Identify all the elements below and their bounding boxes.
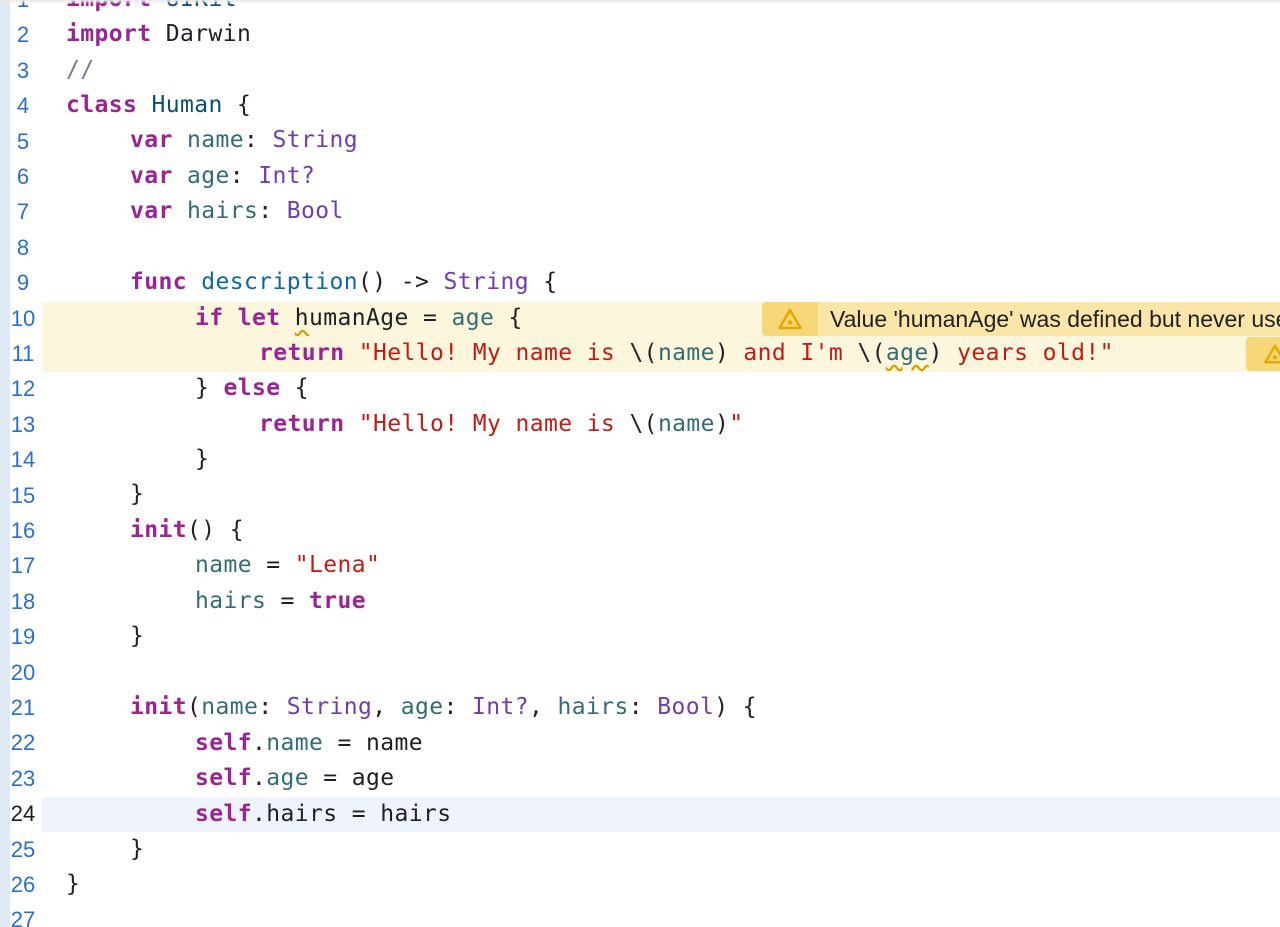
code-line-16[interactable]: init() { — [130, 513, 244, 548]
line-number[interactable]: 20 — [8, 655, 38, 690]
code-line-15[interactable]: } — [130, 477, 144, 512]
code-line-3[interactable]: // — [66, 53, 95, 88]
code-line-25[interactable]: } — [130, 832, 144, 867]
code-editor[interactable]: 1234567891011121314151617181920212223242… — [0, 0, 1280, 927]
code-line-5[interactable]: var name: String — [130, 123, 358, 158]
line-number[interactable]: 23 — [8, 761, 38, 796]
code-line-14[interactable]: } — [195, 442, 209, 477]
warning-banner[interactable]: Value 'humanAge' was defined but never u… — [762, 302, 1280, 336]
line-number[interactable]: 25 — [8, 832, 38, 867]
code-line-21[interactable]: init(name: String, age: Int?, hairs: Boo… — [130, 690, 757, 725]
line-number[interactable]: 2 — [8, 17, 38, 52]
line-number[interactable]: 26 — [8, 867, 38, 902]
line-number[interactable]: 7 — [8, 194, 38, 229]
line-number[interactable]: 12 — [8, 371, 38, 406]
code-line-6[interactable]: var age: Int? — [130, 159, 315, 194]
code-line-17[interactable]: name = "Lena" — [195, 548, 380, 583]
code-line-22[interactable]: self.name = name — [195, 726, 423, 761]
code-line-7[interactable]: var hairs: Bool — [130, 194, 344, 229]
code-line-11[interactable]: return "Hello! My name is \(name) and I'… — [259, 336, 1114, 371]
line-number[interactable]: 13 — [8, 407, 38, 442]
code-line-2[interactable]: import Darwin — [66, 17, 251, 52]
line-number[interactable]: 3 — [8, 53, 38, 88]
line-number[interactable]: 22 — [8, 725, 38, 760]
code-line-13[interactable]: return "Hello! My name is \(name)" — [259, 407, 743, 442]
line-number[interactable]: 15 — [8, 478, 38, 513]
line-number[interactable]: 27 — [8, 902, 38, 927]
line-number[interactable]: 24 — [8, 796, 38, 831]
line-number[interactable]: 14 — [8, 442, 38, 477]
code-line-19[interactable]: } — [130, 619, 144, 654]
line-number[interactable]: 10 — [8, 301, 38, 336]
line-number[interactable]: 4 — [8, 88, 38, 123]
code-line-9[interactable]: func description() -> String { — [130, 265, 557, 300]
line-number[interactable]: 17 — [8, 548, 38, 583]
top-edge-shadow — [0, 0, 1280, 4]
line-number[interactable]: 19 — [8, 619, 38, 654]
code-line-18[interactable]: hairs = true — [195, 584, 366, 619]
line-number[interactable]: 5 — [8, 124, 38, 159]
warning-triangle-icon[interactable] — [1246, 337, 1280, 371]
line-number[interactable]: 21 — [8, 690, 38, 725]
code-line-4[interactable]: class Human { — [66, 88, 251, 123]
line-number[interactable]: 6 — [8, 159, 38, 194]
line-number[interactable]: 16 — [8, 513, 38, 548]
code-line-10[interactable]: if let humanAge = age { — [195, 301, 523, 336]
code-line-23[interactable]: self.age = age — [195, 761, 394, 796]
line-number[interactable]: 18 — [8, 584, 38, 619]
code-line-24[interactable]: self.hairs = hairs — [195, 797, 451, 832]
line-number[interactable]: 11 — [8, 336, 38, 371]
code-line-26[interactable]: } — [66, 867, 80, 902]
warning-message: Value 'humanAge' was defined but never u… — [830, 306, 1280, 332]
code-line-12[interactable]: } else { — [195, 371, 309, 406]
line-number[interactable]: 8 — [8, 230, 38, 265]
line-number[interactable]: 9 — [8, 265, 38, 300]
warning-triangle-icon[interactable] — [762, 302, 818, 336]
